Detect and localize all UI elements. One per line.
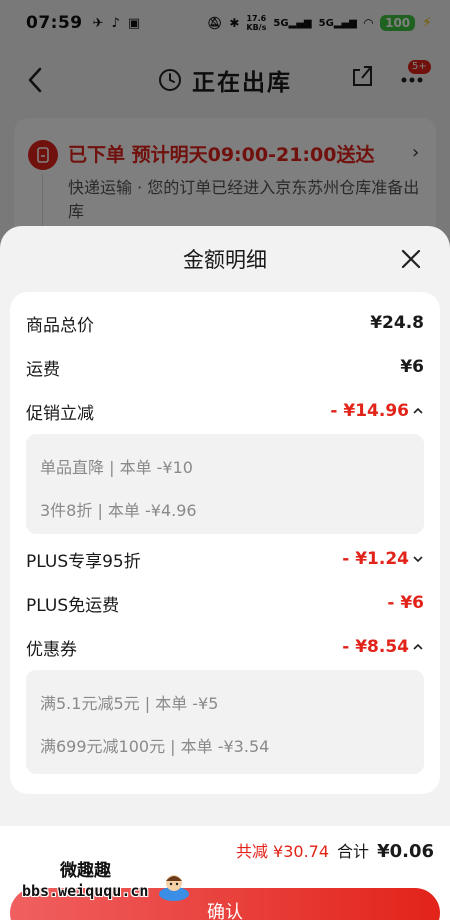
total-value: ¥0.06 xyxy=(377,841,434,862)
row-label: 优惠券 xyxy=(26,639,77,660)
row-value: - ¥6 xyxy=(387,593,424,613)
promotion-detail-line: 单品直降 | 本单 -¥10 xyxy=(40,458,193,477)
row-value-text: - ¥8.54 xyxy=(342,637,409,657)
coupon-detail-line: 满5.1元减5元 | 本单 -¥5 xyxy=(40,694,219,713)
row-shipping: 运费 ¥6 xyxy=(26,352,424,382)
row-value: ¥24.8 xyxy=(370,313,424,333)
row-plus-discount[interactable]: PLUS专享95折 - ¥1.24 xyxy=(26,544,424,574)
total-summary: 共减 ¥30.74 合计 ¥0.06 xyxy=(236,838,434,862)
row-coupon[interactable]: 优惠券 - ¥8.54 xyxy=(26,632,424,662)
row-plus-free-shipping: PLUS免运费 - ¥6 xyxy=(26,588,424,618)
chevron-up-icon xyxy=(413,407,423,414)
row-label: 运费 xyxy=(26,359,60,380)
total-reduce: 共减 ¥30.74 xyxy=(235,842,330,861)
chevron-down-icon xyxy=(413,556,423,563)
row-label: PLUS专享95折 xyxy=(26,551,141,572)
mascot-icon xyxy=(159,875,189,901)
row-promotion[interactable]: 促销立减 - ¥14.96 xyxy=(26,396,424,426)
watermark-url: bbs.weiququ.cn xyxy=(22,882,149,900)
row-value-text: - ¥1.24 xyxy=(342,549,409,569)
chevron-up-icon xyxy=(413,643,423,650)
coupon-detail-line: 满699元减100元 | 本单 -¥3.54 xyxy=(40,737,270,756)
row-value-text: ¥6 xyxy=(400,357,424,377)
promotion-detail-box: 单品直降 | 本单 -¥10 3件8折 | 本单 -¥4.96 xyxy=(26,434,424,534)
row-label: 促销立减 xyxy=(26,403,94,424)
row-label: PLUS免运费 xyxy=(26,595,120,616)
amount-detail-sheet: 金额明细 商品总价 ¥24.8 运费 ¥6 促销立减 - ¥14.96 单品直降… xyxy=(0,226,450,920)
promotion-detail-line: 3件8折 | 本单 -¥4.96 xyxy=(40,501,197,520)
watermark-title: 微趣趣 xyxy=(60,861,111,881)
sheet-title: 金额明细 xyxy=(183,248,267,272)
row-value-text: - ¥6 xyxy=(387,593,424,613)
amount-detail-card: 商品总价 ¥24.8 运费 ¥6 促销立减 - ¥14.96 单品直降 | 本单… xyxy=(10,292,440,794)
row-value: - ¥14.96 xyxy=(330,401,424,421)
row-goods-total: 商品总价 ¥24.8 xyxy=(26,308,424,338)
row-value: ¥6 xyxy=(400,357,424,377)
total-label: 合计 xyxy=(337,842,370,861)
row-value-text: - ¥14.96 xyxy=(330,401,409,421)
close-button[interactable] xyxy=(398,246,424,272)
close-icon xyxy=(401,249,421,269)
row-value-text: ¥24.8 xyxy=(370,313,424,333)
row-value: - ¥8.54 xyxy=(342,637,424,657)
row-value: - ¥1.24 xyxy=(342,549,424,569)
row-label: 商品总价 xyxy=(26,315,94,336)
coupon-detail-box: 满5.1元减5元 | 本单 -¥5 满699元减100元 | 本单 -¥3.54 xyxy=(26,670,424,774)
